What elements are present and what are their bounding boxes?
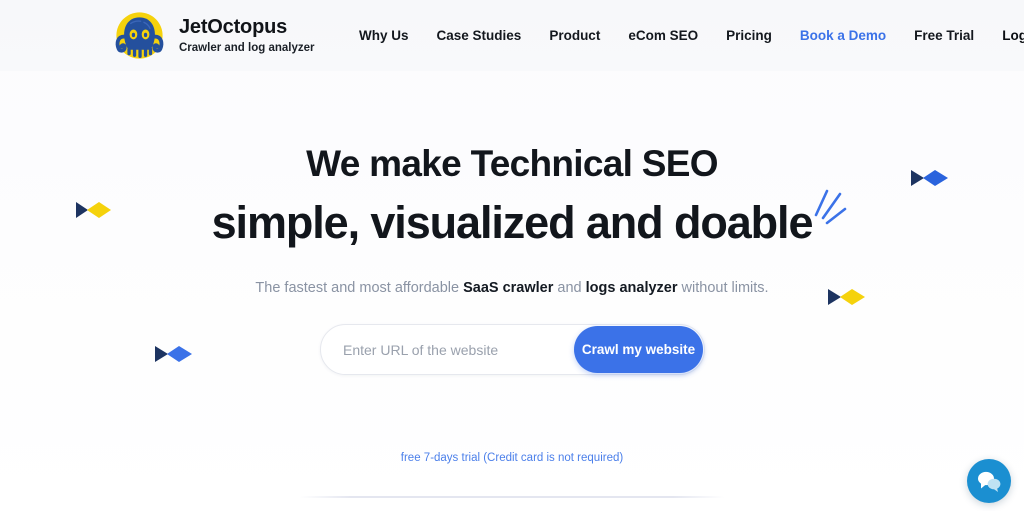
nav-item-why-us[interactable]: Why Us: [345, 27, 423, 44]
subtitle-bold-saas-crawler: SaaS crawler: [463, 280, 554, 297]
fish-blue-left-lower-icon: [155, 346, 192, 362]
fish-yellow-right-lower-icon: [828, 289, 865, 305]
hero-subtitle: The fastest and most affordable SaaS cra…: [0, 278, 1024, 298]
sparkle-lines-icon: [815, 189, 847, 224]
url-search-row: Crawl my website: [320, 324, 705, 375]
site-header: JetOctopus Crawler and log analyzer Why …: [0, 0, 1024, 71]
nav-item-product[interactable]: Product: [535, 27, 614, 44]
chat-widget-button[interactable]: [967, 459, 1011, 503]
hero-headline: We make Technical SEO simple, visualized…: [0, 143, 1024, 248]
nav-item-log-in[interactable]: Log In: [988, 27, 1024, 44]
landing-page: JetOctopus Crawler and log analyzer Why …: [0, 0, 1024, 511]
headline-line-1: We make Technical SEO: [306, 143, 718, 184]
crawl-my-website-button[interactable]: Crawl my website: [574, 326, 703, 373]
subtitle-bold-logs-analyzer: logs analyzer: [585, 280, 678, 297]
headline-line-2: simple, visualized and doable: [211, 196, 814, 248]
url-search-shell: Crawl my website: [320, 324, 705, 375]
fish-yellow-left-icon: [76, 202, 111, 218]
brand-logo[interactable]: JetOctopus Crawler and log analyzer: [112, 8, 315, 63]
chat-bubbles-icon: [978, 471, 1001, 492]
brand-name: JetOctopus: [179, 15, 288, 38]
section-divider: [300, 496, 724, 498]
nav-item-case-studies[interactable]: Case Studies: [423, 27, 536, 44]
free-trial-note[interactable]: free 7-days trial (Credit card is not re…: [0, 452, 1024, 464]
nav-item-book-a-demo[interactable]: Book a Demo: [786, 27, 900, 44]
subtitle-part-2: and: [553, 280, 586, 297]
main-navigation: Why Us Case Studies Product eCom SEO Pri…: [345, 27, 1024, 44]
subtitle-part-3: without limits.: [677, 280, 769, 297]
subtitle-part-1: The fastest and most affordable: [255, 280, 464, 297]
nav-item-free-trial[interactable]: Free Trial: [900, 27, 988, 44]
nav-item-ecom-seo[interactable]: eCom SEO: [614, 27, 712, 44]
nav-item-pricing[interactable]: Pricing: [712, 27, 786, 44]
fish-blue-right-upper-icon: [911, 170, 948, 186]
hero-section: We make Technical SEO simple, visualized…: [0, 71, 1024, 511]
url-input[interactable]: [343, 325, 588, 374]
octopus-logo-icon: [115, 12, 164, 59]
brand-tagline: Crawler and log analyzer: [179, 41, 315, 54]
